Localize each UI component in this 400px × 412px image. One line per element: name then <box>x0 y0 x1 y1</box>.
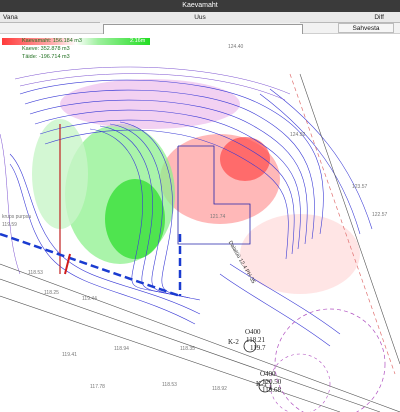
compare-button[interactable]: Sahvesta <box>338 23 394 33</box>
elevation-label-5: 121.74 <box>210 214 226 220</box>
scale-max-label: 2.16m <box>130 38 146 44</box>
level-label-3: 120.50 <box>262 378 282 386</box>
elevation-label-6: 119.59 <box>2 222 17 228</box>
elevation-label-14: 118.53 <box>162 382 177 388</box>
level-label-1: 118.21 <box>246 336 265 344</box>
point-label-k2: K-2 <box>228 338 239 346</box>
map-note-label: krups purpsa <box>2 214 31 220</box>
pipe-label-2: O400 <box>260 370 276 378</box>
dashed-circle <box>274 308 386 412</box>
elevation-label-8: 119.44 <box>82 296 97 302</box>
cut-volume-label: Kaeve: 352.878 m3 <box>22 46 70 52</box>
elevation-label-3: 123.57 <box>352 184 368 190</box>
volume-legend: 2.16m Kaevamaht: 156.184 m3 Kaeve: 352.8… <box>0 34 160 64</box>
contour-map[interactable]: 124.40 124.92 123.57 122.57 121.74 119.5… <box>0 34 400 412</box>
slope-region-top <box>60 79 240 129</box>
elevation-label-4: 122.57 <box>372 212 388 218</box>
window-title: Kaevamaht <box>0 0 400 12</box>
elevation-label-11: 118.94 <box>114 346 129 352</box>
map-canvas <box>0 66 400 412</box>
fill-volume-label: Täide: -196.714 m3 <box>22 54 70 60</box>
cut-region-core <box>220 137 270 181</box>
red-marker-line <box>64 253 71 275</box>
elevation-label-9: 118.25 <box>44 290 59 296</box>
elevation-label-15: 118.92 <box>212 386 227 392</box>
elevation-label-7: 118.53 <box>28 270 43 276</box>
level-label-4: 119.68 <box>262 386 281 394</box>
total-volume-label: Kaevamaht: 156.184 m3 <box>22 38 82 44</box>
pipe-label-1: O400 <box>245 328 261 336</box>
elevation-label-2: 124.92 <box>290 132 306 138</box>
header-diff[interactable]: Diff <box>300 12 400 23</box>
elevation-label-10: 119.41 <box>62 352 77 358</box>
fill-region-core <box>105 179 165 259</box>
elevation-label-12: 118.35 <box>180 346 195 352</box>
elevation-label-13: 117.78 <box>90 384 105 390</box>
header-vana[interactable]: Vana <box>0 12 100 23</box>
level-label-2: 119.7 <box>250 344 266 352</box>
elevation-label-1: 124.40 <box>228 44 244 50</box>
